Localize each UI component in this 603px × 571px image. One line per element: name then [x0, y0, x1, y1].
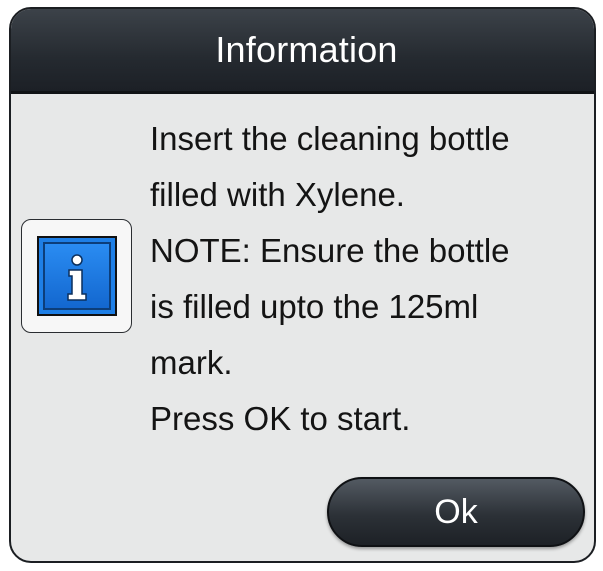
message-line: NOTE: Ensure the bottle: [150, 232, 510, 269]
ok-button-label: Ok: [434, 492, 478, 531]
dialog-titlebar: Information: [11, 9, 594, 94]
message-line: Press OK to start.: [150, 400, 411, 437]
information-dialog: Information Insert the cleaning bottle f…: [9, 7, 596, 563]
ok-button[interactable]: Ok: [327, 477, 585, 547]
info-icon: [36, 236, 117, 316]
info-icon-frame: [21, 219, 132, 333]
message-line: is filled upto the 125ml: [150, 288, 479, 325]
dialog-message: Insert the cleaning bottle filled with X…: [150, 111, 594, 447]
message-line: Insert the cleaning bottle: [150, 120, 510, 157]
message-line: filled with Xylene.: [150, 176, 405, 213]
dialog-title: Information: [215, 29, 398, 70]
message-line: mark.: [150, 344, 233, 381]
